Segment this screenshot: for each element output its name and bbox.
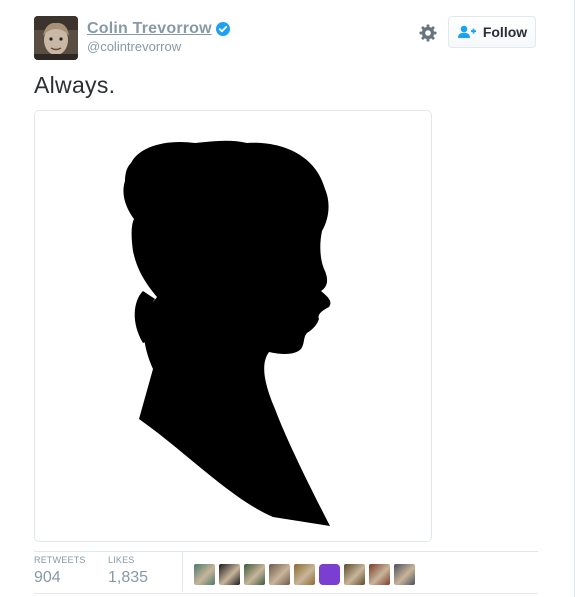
silhouette-image (123, 140, 331, 526)
avatar-photo (34, 16, 78, 60)
stats-separator (182, 551, 183, 591)
retweets-label: RETWEETS (34, 555, 86, 565)
likes-stat[interactable]: LIKES 1,835 (108, 555, 148, 587)
likes-label: LIKES (108, 555, 135, 565)
name-row: Colin Trevorrow (87, 20, 230, 38)
liker-avatar[interactable] (394, 564, 415, 585)
follow-label: Follow (482, 24, 528, 40)
liker-avatar[interactable] (269, 564, 290, 585)
liker-avatar[interactable] (244, 564, 265, 585)
retweets-stat[interactable]: RETWEETS 904 (34, 555, 86, 587)
tweet-header: Colin Trevorrow @colintrevorrow Follow (34, 14, 540, 60)
liker-avatar[interactable] (369, 564, 390, 585)
tweet-stats: RETWEETS 904 LIKES 1,835 (34, 551, 538, 591)
liker-avatar[interactable] (344, 564, 365, 585)
likes-count: 1,835 (108, 569, 149, 586)
user-handle[interactable]: @colintrevorrow (87, 39, 230, 54)
liker-avatar[interactable] (194, 564, 215, 585)
add-user-icon (457, 25, 476, 38)
liker-avatar[interactable] (294, 564, 315, 585)
gear-icon[interactable] (418, 23, 438, 43)
follow-button[interactable]: Follow (448, 16, 536, 48)
stats-top-divider (34, 551, 538, 552)
liker-avatar[interactable] (319, 564, 340, 585)
liker-avatars (194, 564, 419, 585)
retweets-count: 904 (34, 569, 61, 586)
tweet-media-image[interactable] (34, 110, 432, 542)
user-name[interactable]: Colin Trevorrow (87, 20, 212, 38)
tweet-text: Always. (34, 72, 116, 98)
avatar[interactable] (34, 16, 78, 60)
liker-avatar[interactable] (219, 564, 240, 585)
verified-badge-icon (215, 22, 230, 36)
user-info: Colin Trevorrow @colintrevorrow (87, 20, 230, 54)
stats-bottom-divider (34, 593, 538, 594)
